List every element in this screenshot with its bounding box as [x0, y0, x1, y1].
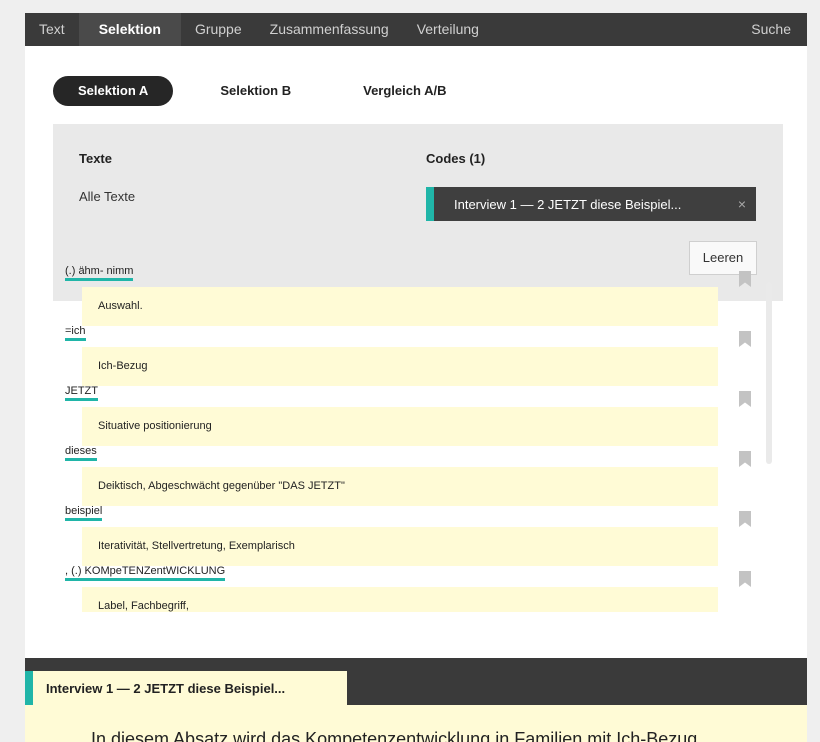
tab-verteilung[interactable]: Verteilung	[403, 13, 493, 46]
close-icon[interactable]: ×	[728, 196, 756, 212]
search-button[interactable]: Suche	[737, 13, 807, 46]
bottom-tab[interactable]: Interview 1 — 2 JETZT diese Beispiel...	[25, 671, 347, 705]
bookmark-icon[interactable]	[739, 271, 751, 287]
subtab-selektion-b[interactable]: Selektion B	[195, 76, 316, 106]
tab-zusammenfassung[interactable]: Zusammenfassung	[256, 13, 403, 46]
memo-text[interactable]: Ich-Bezug	[82, 347, 718, 386]
texts-value[interactable]: Alle Texte	[79, 189, 135, 204]
subtabs: Selektion A Selektion B Vergleich A/B	[53, 76, 493, 106]
subtab-vergleich[interactable]: Vergleich A/B	[338, 76, 471, 106]
list-item: JETZT Situative positionierung	[62, 383, 762, 446]
memo-text[interactable]: Situative positionierung	[82, 407, 718, 446]
bookmark-icon[interactable]	[739, 331, 751, 347]
tab-accent	[25, 671, 33, 705]
bookmark-icon[interactable]	[739, 571, 751, 587]
list-item: dieses Deiktisch, Abgeschwächt gegenüber…	[62, 443, 762, 506]
segment-text[interactable]: =ich	[65, 325, 86, 341]
bookmark-icon[interactable]	[739, 451, 751, 467]
codes-label: Codes (1)	[426, 151, 486, 166]
tab-text[interactable]: Text	[25, 13, 79, 46]
subtab-selektion-a[interactable]: Selektion A	[53, 76, 174, 106]
memo-text[interactable]: Auswahl.	[82, 287, 718, 326]
list-item: =ich Ich-Bezug	[62, 323, 762, 386]
segment-text[interactable]: dieses	[65, 445, 97, 461]
bookmark-icon[interactable]	[739, 511, 751, 527]
list-item: (.) ähm- nimm Auswahl.	[62, 263, 762, 326]
results-list: (.) ähm- nimm Auswahl. =ich Ich-Bezug JE…	[62, 263, 762, 612]
segment-text[interactable]: (.) ähm- nimm	[65, 265, 134, 281]
bottom-tab-label: Interview 1 — 2 JETZT diese Beispiel...	[46, 680, 286, 696]
scrollbar[interactable]	[766, 282, 772, 464]
bookmark-icon[interactable]	[739, 391, 751, 407]
segment-text[interactable]: JETZT	[65, 385, 98, 401]
segment-text[interactable]: , (.) KOMpeTENZentWICKLUNG	[65, 565, 226, 581]
memo-text[interactable]: Label, Fachbegriff,	[82, 587, 718, 612]
list-item: , (.) KOMpeTENZentWICKLUNG Label, Fachbe…	[62, 563, 762, 612]
list-item: beispiel Iterativität, Stellvertretung, …	[62, 503, 762, 566]
tab-gruppe[interactable]: Gruppe	[181, 13, 256, 46]
paragraph-text: In diesem Absatz wird das Kompetenzentwi…	[91, 729, 698, 742]
bottom-bar: Interview 1 — 2 JETZT diese Beispiel...	[25, 658, 807, 705]
memo-text[interactable]: Iterativität, Stellvertretung, Exemplari…	[82, 527, 718, 566]
top-navigation: Text Selektion Gruppe Zusammenfassung Ve…	[25, 13, 807, 46]
segment-text[interactable]: beispiel	[65, 505, 103, 521]
texts-label: Texte	[79, 151, 112, 166]
bottom-content: In diesem Absatz wird das Kompetenzentwi…	[25, 705, 807, 742]
tab-selektion[interactable]: Selektion	[78, 13, 181, 46]
code-chip-label: Interview 1 — 2 JETZT diese Beispiel...	[454, 196, 682, 212]
chip-accent	[426, 187, 434, 221]
code-chip[interactable]: Interview 1 — 2 JETZT diese Beispiel... …	[426, 187, 756, 221]
memo-text[interactable]: Deiktisch, Abgeschwächt gegenüber "DAS J…	[82, 467, 718, 506]
